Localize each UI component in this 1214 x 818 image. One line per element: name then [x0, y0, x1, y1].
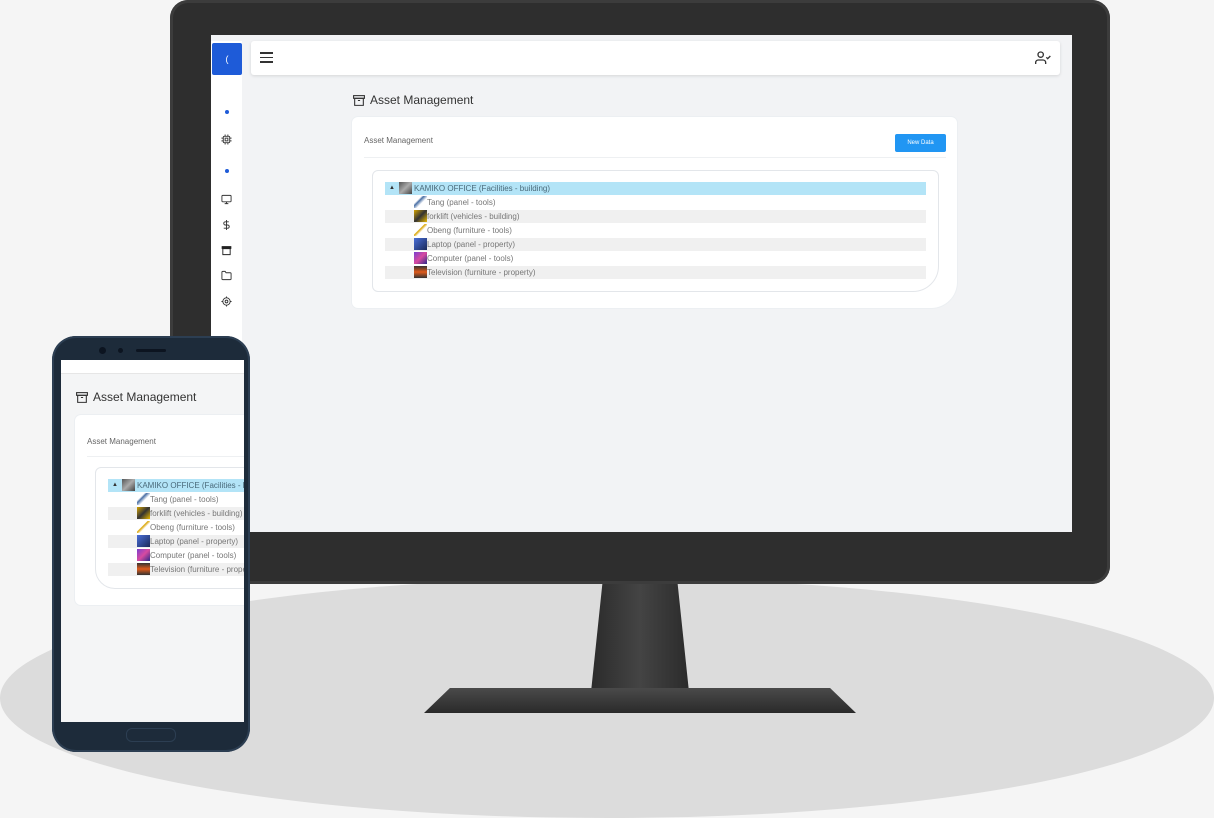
phone-page-title-text: Asset Management	[93, 390, 197, 404]
tree-item-label: Television (furniture - property)	[150, 565, 244, 574]
menu-icon[interactable]	[260, 52, 273, 64]
speaker-grille	[136, 349, 166, 352]
collapse-icon[interactable]: ▲	[389, 182, 395, 195]
tree-row[interactable]: Obeng (furniture - tools)	[108, 521, 244, 534]
phone-asset-tree: ▲ KAMIKO OFFICE (Facilities - building) …	[95, 467, 244, 589]
tree-row[interactable]: Tang (panel - tools)	[385, 196, 926, 209]
tree-item-label: Obeng (furniture - tools)	[150, 523, 235, 532]
tree-item-label: Tang (panel - tools)	[427, 198, 496, 207]
tree-item-label: Computer (panel - tools)	[427, 254, 514, 263]
page-title-text: Asset Management	[370, 93, 474, 107]
phone-page-title: Asset Management	[75, 390, 196, 404]
asset-card: Asset Management New Data ▲ KAMIKO OFFIC…	[352, 117, 957, 308]
computer-thumbnail	[414, 252, 427, 264]
tree-row[interactable]: forklift (vehicles - building)	[385, 210, 926, 223]
tree-row[interactable]: Laptop (panel - property)	[108, 535, 244, 548]
tree-root-label: KAMIKO OFFICE (Facilities - building)	[414, 184, 551, 193]
card-title: Asset Management	[364, 136, 433, 145]
tool-thumbnail	[414, 196, 427, 208]
phone-asset-card: Asset Management ▲ KAMIKO OFFICE (Facili…	[75, 415, 244, 605]
building-thumbnail	[122, 479, 135, 491]
sensor-icon	[118, 348, 123, 353]
monitor-stand-neck	[591, 580, 689, 692]
tree-row-root[interactable]: ▲ KAMIKO OFFICE (Facilities - building)	[108, 479, 244, 492]
monitor-icon[interactable]	[219, 192, 234, 207]
forklift-thumbnail	[414, 210, 427, 222]
folder-icon[interactable]	[219, 268, 234, 283]
forklift-thumbnail	[137, 507, 150, 519]
tree-item-label: Laptop (panel - property)	[150, 537, 239, 546]
tree-item-label: forklift (vehicles - building)	[427, 212, 520, 221]
building-thumbnail	[399, 182, 412, 194]
new-data-button[interactable]: New Data	[895, 134, 946, 152]
monitor-stand-base	[424, 688, 856, 713]
desktop-screen: ( Asset Management Asset Management New …	[211, 35, 1072, 532]
tree-item-label: Tang (panel - tools)	[150, 495, 219, 504]
tree-row[interactable]: forklift (vehicles - building)	[108, 507, 244, 520]
phone-topbar	[61, 360, 244, 374]
logo-text: (	[225, 54, 229, 64]
tree-item-label: Obeng (furniture - tools)	[427, 226, 512, 235]
screwdriver-thumbnail	[414, 224, 427, 236]
camera-icon	[99, 347, 106, 354]
tool-thumbnail	[137, 493, 150, 505]
tree-row-root[interactable]: ▲ KAMIKO OFFICE (Facilities - building)	[385, 182, 926, 195]
tree-row[interactable]: Laptop (panel - property)	[385, 238, 926, 251]
tree-item-label: Computer (panel - tools)	[150, 551, 237, 560]
home-button[interactable]	[126, 728, 176, 742]
tree-row[interactable]: Computer (panel - tools)	[385, 252, 926, 265]
cpu-icon[interactable]	[219, 132, 234, 147]
archive-icon[interactable]	[219, 243, 234, 258]
tree-item-label: Television (furniture - property)	[427, 268, 536, 277]
topbar	[251, 41, 1060, 75]
divider	[87, 456, 244, 457]
divider	[364, 157, 946, 158]
laptop-thumbnail	[414, 238, 427, 250]
tree-item-label: forklift (vehicles - building)	[150, 509, 243, 518]
laptop-thumbnail	[137, 535, 150, 547]
sidebar-dot-icon[interactable]	[219, 104, 234, 119]
archive-icon	[353, 94, 365, 106]
tree-row[interactable]: Television (furniture - property)	[108, 563, 244, 576]
phone-card-title: Asset Management	[87, 437, 156, 446]
tree-root-label: KAMIKO OFFICE (Facilities - building)	[137, 481, 244, 490]
television-thumbnail	[137, 563, 150, 575]
television-thumbnail	[414, 266, 427, 278]
page-title: Asset Management	[352, 93, 473, 107]
tree-row[interactable]: Tang (panel - tools)	[108, 493, 244, 506]
tree-item-label: Laptop (panel - property)	[427, 240, 516, 249]
app-logo[interactable]: (	[212, 43, 242, 75]
dollar-icon[interactable]	[219, 217, 234, 232]
computer-thumbnail	[137, 549, 150, 561]
asset-tree: ▲ KAMIKO OFFICE (Facilities - building) …	[372, 170, 939, 292]
phone-screen: Asset Management Asset Management ▲ KAMI…	[61, 360, 244, 722]
collapse-icon[interactable]: ▲	[112, 479, 118, 492]
archive-icon	[76, 391, 88, 403]
screwdriver-thumbnail	[137, 521, 150, 533]
tree-row[interactable]: Television (furniture - property)	[385, 266, 926, 279]
sidebar-dot-icon[interactable]	[219, 163, 234, 178]
tree-row[interactable]: Computer (panel - tools)	[108, 549, 244, 562]
user-check-icon[interactable]	[1035, 50, 1051, 66]
tree-row[interactable]: Obeng (furniture - tools)	[385, 224, 926, 237]
settings-icon[interactable]	[219, 294, 234, 309]
